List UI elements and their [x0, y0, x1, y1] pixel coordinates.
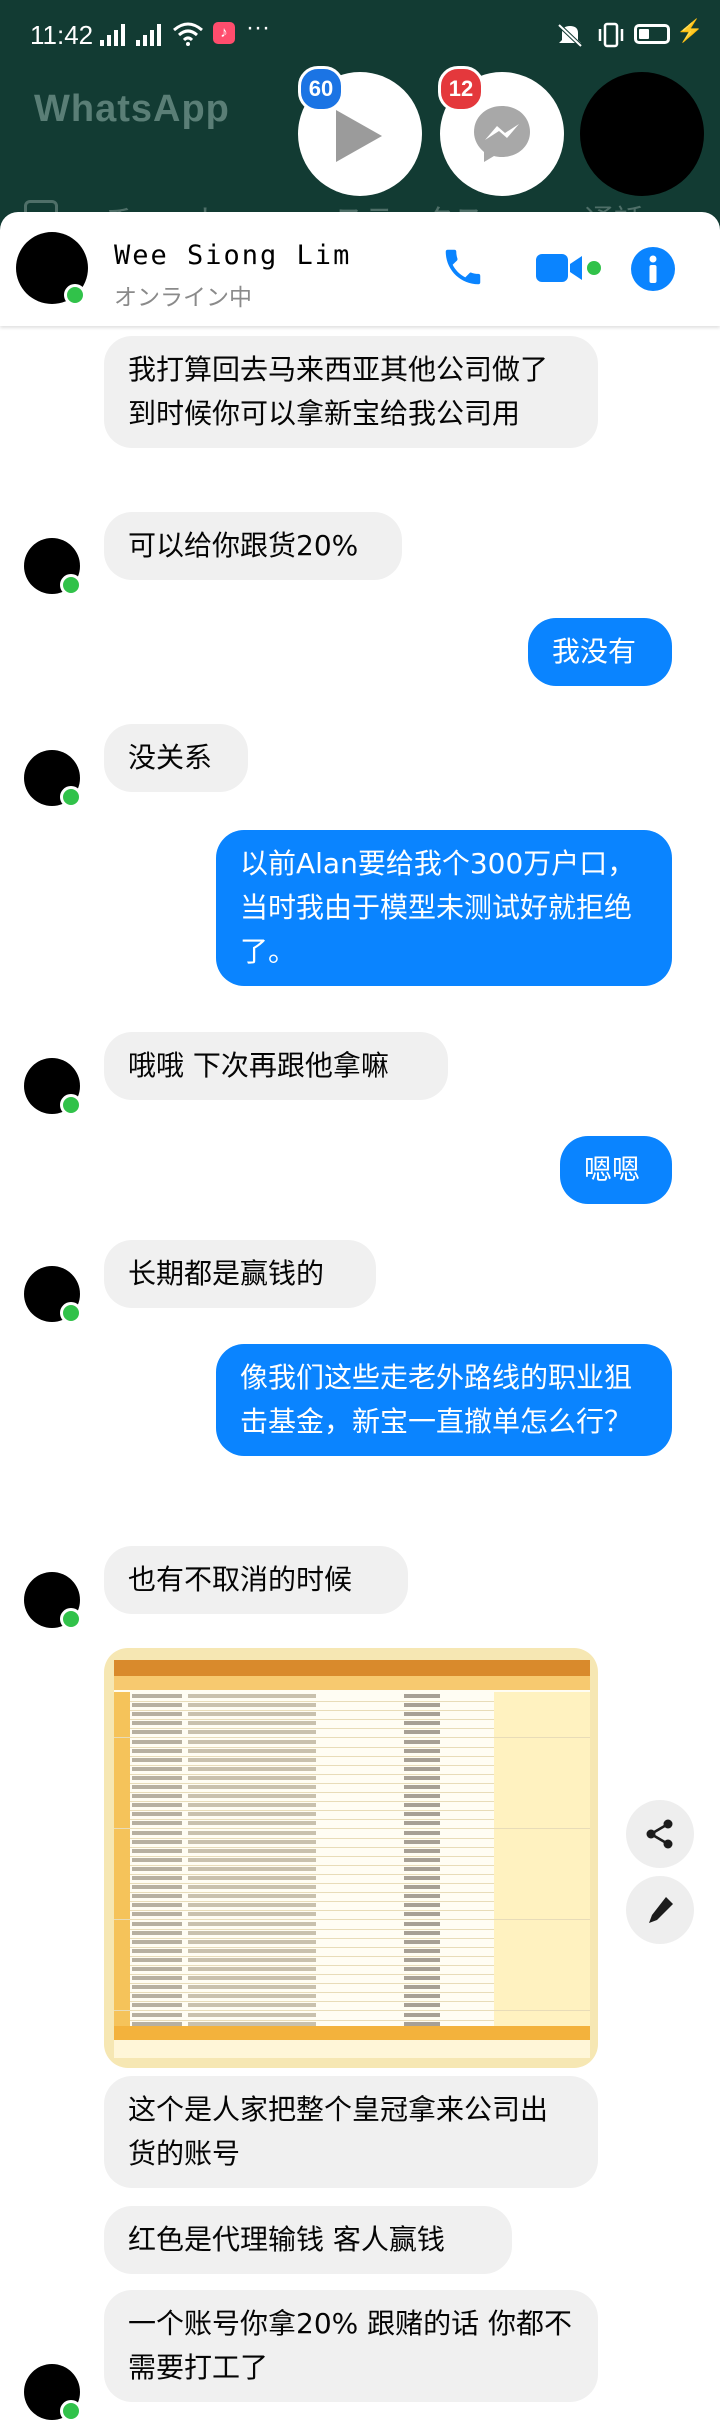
contact-name[interactable]: Wee Siong Lim	[114, 240, 351, 271]
pencil-icon	[649, 1897, 673, 1923]
play-unread-badge: 60	[298, 66, 344, 112]
status-time: 11:42	[30, 20, 94, 50]
outgoing-message[interactable]: 像我们这些走老外路线的职业狙击基金，新宝一直撤单怎么行？	[216, 1344, 672, 1456]
info-icon[interactable]	[630, 246, 676, 292]
mute-icon	[557, 23, 583, 48]
outgoing-message[interactable]: 以前Alan要给我个300万户口，当时我由于模型未测试好就拒绝了。	[216, 830, 672, 986]
messenger-unread-badge: 12	[438, 66, 484, 112]
battery-icon	[634, 24, 670, 44]
share-button[interactable]	[626, 1800, 694, 1868]
edit-button[interactable]	[626, 1876, 694, 1944]
outgoing-message[interactable]: 嗯嗯	[560, 1136, 672, 1204]
video-call-icon[interactable]	[534, 248, 602, 288]
online-indicator	[60, 2400, 82, 2422]
online-indicator	[60, 786, 82, 808]
messenger-icon	[474, 106, 530, 162]
incoming-message[interactable]: 一个账号你拿20% 跟赌的话 你都不需要打工了	[104, 2290, 598, 2402]
wifi-icon	[173, 22, 203, 46]
share-icon	[646, 1819, 673, 1849]
spreadsheet-image	[114, 1660, 590, 2058]
online-indicator	[60, 1608, 82, 1630]
contact-chat-head[interactable]	[580, 72, 704, 196]
incoming-message[interactable]: 也有不取消的时候	[104, 1546, 408, 1614]
incoming-message[interactable]: 这个是人家把整个皇冠拿来公司出货的账号	[104, 2076, 598, 2188]
incoming-message[interactable]: 长期都是赢钱的	[104, 1240, 376, 1308]
image-attachment[interactable]	[104, 1648, 598, 2068]
online-indicator	[60, 1094, 82, 1116]
background-app-title: WhatsApp	[34, 88, 230, 130]
play-icon	[336, 110, 382, 162]
status-bar: 11:42 ♪ ··· ⚡	[0, 0, 720, 70]
charging-icon: ⚡	[676, 18, 704, 43]
chat-header: Wee Siong Lim オンライン中	[0, 212, 720, 326]
online-indicator	[60, 574, 82, 596]
incoming-message[interactable]: 没关系	[104, 724, 248, 792]
incoming-message[interactable]: 我打算回去马来西亚其他公司做了 到时候你可以拿新宝给我公司用	[104, 336, 598, 448]
outgoing-message[interactable]: 我没有	[528, 618, 672, 686]
incoming-message[interactable]: 哦哦 下次再跟他拿嘛	[104, 1032, 448, 1100]
more-notifications-icon: ···	[246, 14, 270, 41]
incoming-message[interactable]: 可以给你跟货20%	[104, 512, 402, 580]
online-indicator	[64, 284, 86, 306]
incoming-message[interactable]: 红色是代理输钱 客人赢钱	[104, 2206, 512, 2274]
contact-status: オンライン中	[114, 285, 252, 311]
music-app-icon: ♪	[213, 22, 235, 44]
vibrate-icon	[598, 22, 624, 48]
online-indicator	[60, 1302, 82, 1324]
phone-icon[interactable]	[440, 244, 486, 290]
